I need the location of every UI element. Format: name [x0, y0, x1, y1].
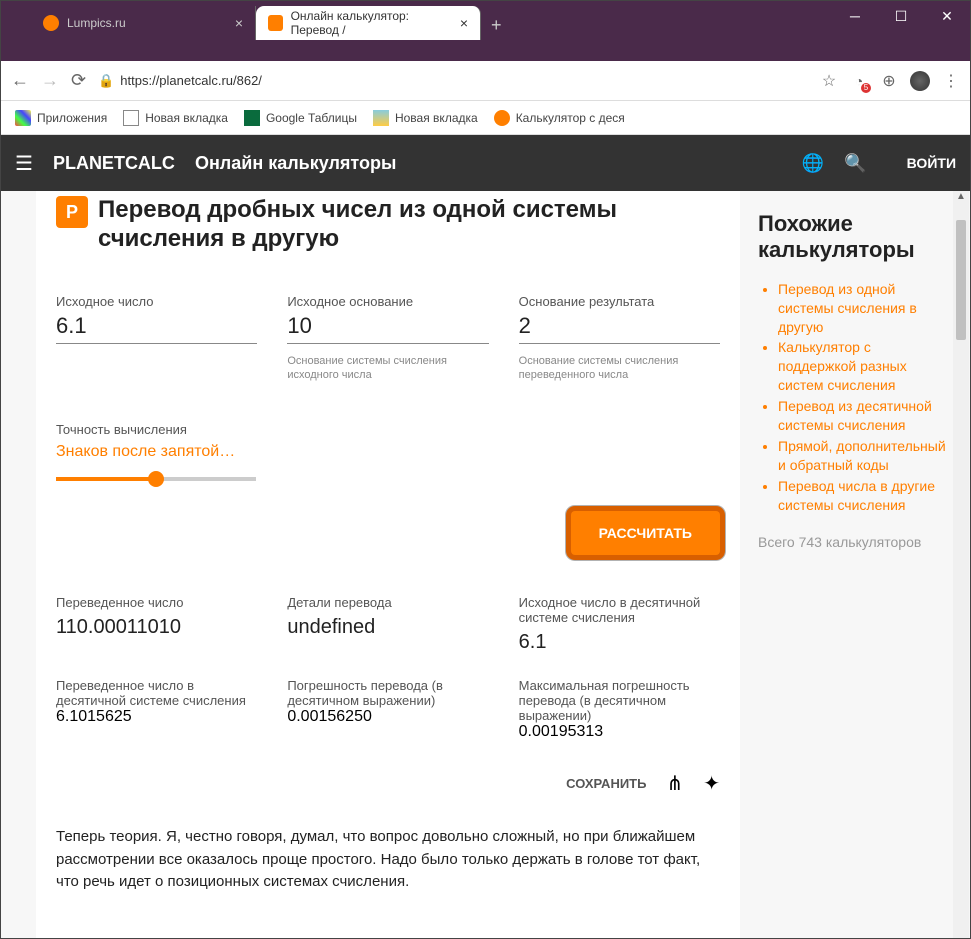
menu-icon[interactable]: ⋮	[942, 72, 960, 90]
result-max-error-label: Максимальная погрешность перевода (в дес…	[519, 678, 720, 723]
page-title: Перевод дробных чисел из одной системы с…	[98, 196, 720, 254]
bookmark-item[interactable]: Калькулятор с деся	[494, 110, 625, 126]
bookmark-apps[interactable]: Приложения	[15, 110, 107, 126]
target-base-helper: Основание системы счисления переведенног…	[519, 354, 720, 383]
result-converted-value: 110.00011010	[56, 616, 257, 639]
apps-icon	[15, 110, 31, 126]
site-header: ☰ PLANETCALC Онлайн калькуляторы 🌐 🔍 ВОЙ…	[1, 135, 970, 191]
url-input[interactable]: 🔒 https://planetcalc.ru/862/	[98, 73, 808, 89]
result-details-label: Детали перевода	[287, 595, 488, 610]
back-button[interactable]: ←	[11, 70, 29, 91]
sheets-icon	[244, 110, 260, 126]
scrollbar[interactable]: ▲	[953, 191, 969, 938]
source-base-input[interactable]: 10	[287, 313, 488, 344]
related-link[interactable]: Прямой, дополнительный и обратный коды	[778, 438, 946, 473]
extension-icon[interactable]: ◔	[850, 72, 868, 90]
related-link[interactable]: Калькулятор с поддержкой разных систем с…	[778, 339, 907, 393]
tab-title: Онлайн калькулятор: Перевод /	[291, 9, 452, 37]
result-details-value: undefined	[287, 616, 488, 639]
sidebar-note: Всего 743 калькуляторов	[758, 532, 952, 553]
minimize-button[interactable]: ─	[832, 1, 878, 31]
bookmark-item[interactable]: Новая вкладка	[123, 110, 228, 126]
save-button[interactable]: СОХРАНИТЬ	[566, 776, 646, 791]
brand[interactable]: PLANETCALC	[53, 153, 175, 174]
source-number-input[interactable]: 6.1	[56, 313, 257, 344]
related-link[interactable]: Перевод числа в другие системы счисления	[778, 478, 935, 513]
tab-title: Lumpics.ru	[67, 16, 126, 30]
reload-button[interactable]: ⟳	[71, 70, 86, 91]
maximize-button[interactable]: ☐	[878, 1, 924, 31]
source-base-helper: Основание системы счисления исходного чи…	[287, 354, 488, 383]
hamburger-icon[interactable]: ☰	[15, 151, 33, 176]
puzzle-icon[interactable]: ✦	[703, 771, 720, 796]
result-max-error-value: 0.00195313	[519, 723, 720, 741]
new-tab-button[interactable]: +	[481, 15, 512, 36]
pic-icon	[373, 110, 389, 126]
result-source-dec-label: Исходное число в десятичной системе счис…	[519, 595, 720, 625]
scroll-up-icon[interactable]: ▲	[953, 191, 969, 202]
result-source-dec-value: 6.1	[519, 631, 720, 654]
related-link[interactable]: Перевод из десятичной системы счисления	[778, 398, 932, 433]
bookmarks-bar: Приложения Новая вкладка Google Таблицы …	[1, 101, 970, 135]
profile-avatar[interactable]	[910, 71, 930, 91]
bookmark-item[interactable]: Новая вкладка	[373, 110, 478, 126]
calc-icon	[494, 110, 510, 126]
bookmark-item[interactable]: Google Таблицы	[244, 110, 357, 126]
share-icon[interactable]: ⋔	[666, 771, 683, 796]
search-icon[interactable]: 🔍	[844, 153, 866, 174]
source-number-label: Исходное число	[56, 294, 257, 309]
target-base-input[interactable]: 2	[519, 313, 720, 344]
tab-planetcalc[interactable]: Онлайн калькулятор: Перевод / ×	[256, 6, 481, 40]
address-bar: ← → ⟳ 🔒 https://planetcalc.ru/862/ ☆ ◔ ⊕…	[1, 61, 970, 101]
precision-label: Точность вычисления	[56, 422, 256, 437]
close-icon[interactable]: ×	[460, 15, 468, 31]
result-converted-dec-label: Переведенное число в десятичной системе …	[56, 678, 257, 708]
page-icon: P	[56, 196, 88, 228]
precision-text: Знаков после запятой…	[56, 443, 256, 461]
forward-button[interactable]: →	[41, 70, 59, 91]
result-converted-label: Переведенное число	[56, 595, 257, 610]
header-subtitle: Онлайн калькуляторы	[195, 153, 396, 174]
calculate-button[interactable]: РАССЧИТАТЬ	[571, 511, 720, 555]
sidebar-title: Похожие калькуляторы	[758, 211, 952, 264]
favicon	[43, 15, 59, 31]
lock-icon: 🔒	[98, 73, 114, 89]
result-converted-dec-value: 6.1015625	[56, 708, 257, 726]
login-button[interactable]: ВОЙТИ	[887, 155, 956, 171]
related-list: Перевод из одной системы счисления в дру…	[758, 280, 952, 515]
theory-text: Теперь теория. Я, честно говоря, думал, …	[56, 826, 720, 894]
result-error-value: 0.00156250	[287, 708, 488, 726]
star-icon[interactable]: ☆	[820, 72, 838, 90]
titlebar: Lumpics.ru × Онлайн калькулятор: Перевод…	[1, 1, 970, 61]
close-button[interactable]: ✕	[924, 1, 970, 31]
slider-thumb[interactable]	[148, 471, 164, 487]
close-icon[interactable]: ×	[235, 15, 243, 31]
scroll-thumb[interactable]	[956, 220, 966, 340]
tab-lumpics[interactable]: Lumpics.ru ×	[31, 6, 256, 40]
related-link[interactable]: Перевод из одной системы счисления в дру…	[778, 281, 917, 335]
target-base-label: Основание результата	[519, 294, 720, 309]
doc-icon	[123, 110, 139, 126]
favicon	[268, 15, 283, 31]
language-icon[interactable]: 🌐	[802, 153, 824, 174]
source-base-label: Исходное основание	[287, 294, 488, 309]
result-error-label: Погрешность перевода (в десятичном выраж…	[287, 678, 488, 708]
globe-icon[interactable]: ⊕	[880, 72, 898, 90]
precision-slider[interactable]	[56, 477, 256, 481]
